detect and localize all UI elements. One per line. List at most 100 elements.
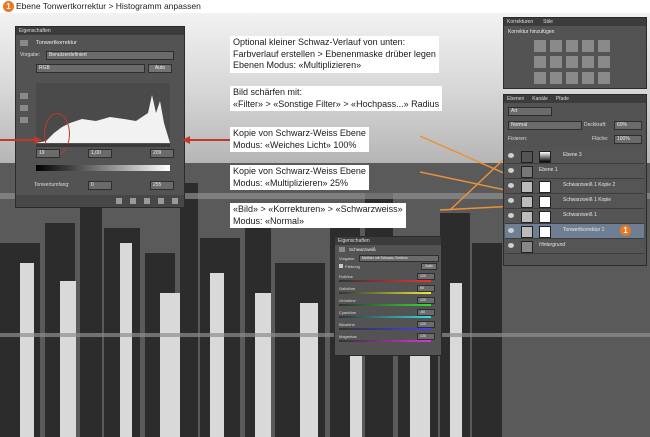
layer-row-selected[interactable]: Tonwertkorrektur 1 1 (505, 224, 644, 239)
layer-name: Schwarzweiß 1 (563, 212, 597, 218)
layer-thumbnail (521, 241, 533, 253)
eye-icon[interactable] (508, 198, 514, 203)
slider-track-green[interactable] (339, 304, 431, 306)
invert-icon[interactable] (534, 72, 546, 84)
preset-select[interactable]: Benutzerdefiniert (46, 51, 174, 60)
color-balance-icon[interactable] (550, 56, 562, 68)
blend-mode-select[interactable]: Normal (508, 121, 582, 130)
eye-icon[interactable] (508, 168, 514, 173)
eyedropper-black-icon[interactable] (20, 93, 28, 99)
layer-row[interactable]: Schwarzweiß 1 Kopie (505, 194, 644, 209)
bw-auto-button[interactable]: Auto (421, 263, 437, 270)
bw-properties-panel: Eigenschaften Schwarzweiß Vorgabe: Maßit… (334, 236, 442, 356)
layer-row[interactable]: Ebene 1 (505, 164, 644, 179)
eye-icon[interactable] (508, 243, 514, 248)
tab-korrekturen[interactable]: Korrekturen (507, 18, 533, 26)
selective-color-icon[interactable] (598, 72, 610, 84)
lock-label: Fixieren: (508, 136, 528, 142)
slider-track-blue[interactable] (339, 328, 431, 330)
corrections-subtitle: Korrektur hinzufügen (508, 29, 555, 35)
slider-value[interactable]: 120 (417, 273, 435, 280)
eye-icon[interactable] (508, 228, 514, 233)
auto-button[interactable]: Auto (148, 64, 172, 73)
panel-footer (16, 195, 184, 207)
reset-icon[interactable] (144, 198, 150, 204)
tab-ebenen[interactable]: Ebenen (507, 95, 524, 103)
output-white-field[interactable]: 255 (150, 181, 174, 190)
tab-pfade[interactable]: Pfade (556, 95, 569, 103)
layers-panel: Ebenen Kanäle Pfade Art Normal Deckkraft… (503, 94, 647, 266)
bw-panel-title: Schwarzweiß (349, 247, 376, 252)
posterize-icon[interactable] (550, 72, 562, 84)
slider-value[interactable]: 120 (417, 321, 435, 328)
tint-checkbox[interactable] (339, 264, 343, 268)
eye-icon[interactable] (508, 153, 514, 158)
slider-value[interactable]: 120 (417, 297, 435, 304)
note-multiply: Kopie von Schwarz-Weiss Ebene Modus: «Mu… (230, 165, 369, 190)
levels-adjust-icon[interactable] (550, 40, 562, 52)
visibility-icon[interactable] (130, 198, 136, 204)
slider-value[interactable]: 120 (417, 333, 435, 340)
step-badge: 1 (620, 225, 631, 236)
layer-name: Schwarzweiß 1 Kopie 2 (563, 182, 616, 188)
eye-icon[interactable] (508, 183, 514, 188)
channel-mixer-icon[interactable] (598, 56, 610, 68)
eyedropper-white-icon[interactable] (20, 117, 28, 123)
clip-icon[interactable] (116, 198, 122, 204)
threshold-icon[interactable] (566, 72, 578, 84)
input-gamma-field[interactable]: 1,00 (88, 149, 112, 158)
tab-kanaele[interactable]: Kanäle (532, 95, 548, 103)
page-title: Ebene Tonwertkorrektur > Histogramm anpa… (16, 1, 201, 11)
corrections-tabs: Korrekturen Stile (504, 18, 646, 26)
layer-mask-thumbnail (539, 226, 551, 238)
slider-track-yellow[interactable] (339, 292, 431, 294)
view-previous-icon[interactable] (158, 198, 164, 204)
slider-value[interactable]: -50 (417, 309, 435, 316)
slider-track-cyan[interactable] (339, 316, 431, 318)
input-white-field[interactable]: 209 (150, 149, 174, 158)
adjustment-thumbnail (521, 226, 533, 238)
black-white-icon[interactable] (566, 56, 578, 68)
output-black-field[interactable]: 0 (88, 181, 112, 190)
trash-icon[interactable] (172, 198, 178, 204)
hue-saturation-icon[interactable] (534, 56, 546, 68)
bw-preset-select[interactable]: Maßiter mit Schwarz-Tonform (359, 255, 439, 262)
title-bar: 1 Ebene Tonwertkorrektur > Histogramm an… (0, 0, 650, 13)
gradient-map-icon[interactable] (582, 72, 594, 84)
layer-row[interactable]: Hintergrund (505, 239, 644, 254)
opacity-field[interactable]: 60% (614, 121, 642, 130)
layer-row[interactable]: Schwarzweiß 1 (505, 209, 644, 224)
curves-icon[interactable] (566, 40, 578, 52)
layer-list: Ebene 3 Ebene 1 Schwarzweiß 1 Kopie 2 Sc… (505, 149, 645, 254)
step-badge: 1 (3, 1, 14, 12)
eye-icon[interactable] (508, 213, 514, 218)
fill-field[interactable]: 100% (614, 135, 642, 144)
output-label: Tonwertumfang: (34, 182, 70, 188)
slider-label: Grüntöne (339, 298, 356, 303)
note-soft-light: Kopie von Schwarz-Weiss Ebene Modus: «We… (230, 127, 369, 152)
exposure-icon[interactable] (582, 40, 594, 52)
brightness-icon[interactable] (534, 40, 546, 52)
input-black-field[interactable]: 19 (36, 149, 60, 158)
levels-icon (20, 40, 28, 46)
layer-kind-filter[interactable]: Art (508, 107, 552, 116)
adjustment-icons-grid (534, 40, 614, 84)
tab-stile[interactable]: Stile (543, 18, 553, 26)
levels-panel-tab[interactable]: Eigenschaften (16, 27, 184, 35)
adjustment-thumbnail (521, 211, 533, 223)
vibrance-icon[interactable] (598, 40, 610, 52)
tint-label: Färbung (345, 264, 360, 269)
output-gradient (36, 165, 170, 171)
fill-label: Fläche: (592, 136, 609, 142)
slider-value[interactable]: 60 (417, 285, 435, 292)
slider-track-red[interactable] (339, 280, 431, 282)
layer-thumbnail (521, 151, 533, 163)
bw-panel-tab[interactable]: Eigenschaften (335, 237, 441, 245)
bw-icon (339, 247, 345, 252)
slider-track-magenta[interactable] (339, 340, 431, 342)
layer-row[interactable]: Schwarzweiß 1 Kopie 2 (505, 179, 644, 194)
channel-select[interactable]: RGB (36, 64, 145, 73)
photo-filter-icon[interactable] (582, 56, 594, 68)
layer-row[interactable]: Ebene 3 (505, 149, 644, 164)
eyedropper-gray-icon[interactable] (20, 105, 28, 111)
